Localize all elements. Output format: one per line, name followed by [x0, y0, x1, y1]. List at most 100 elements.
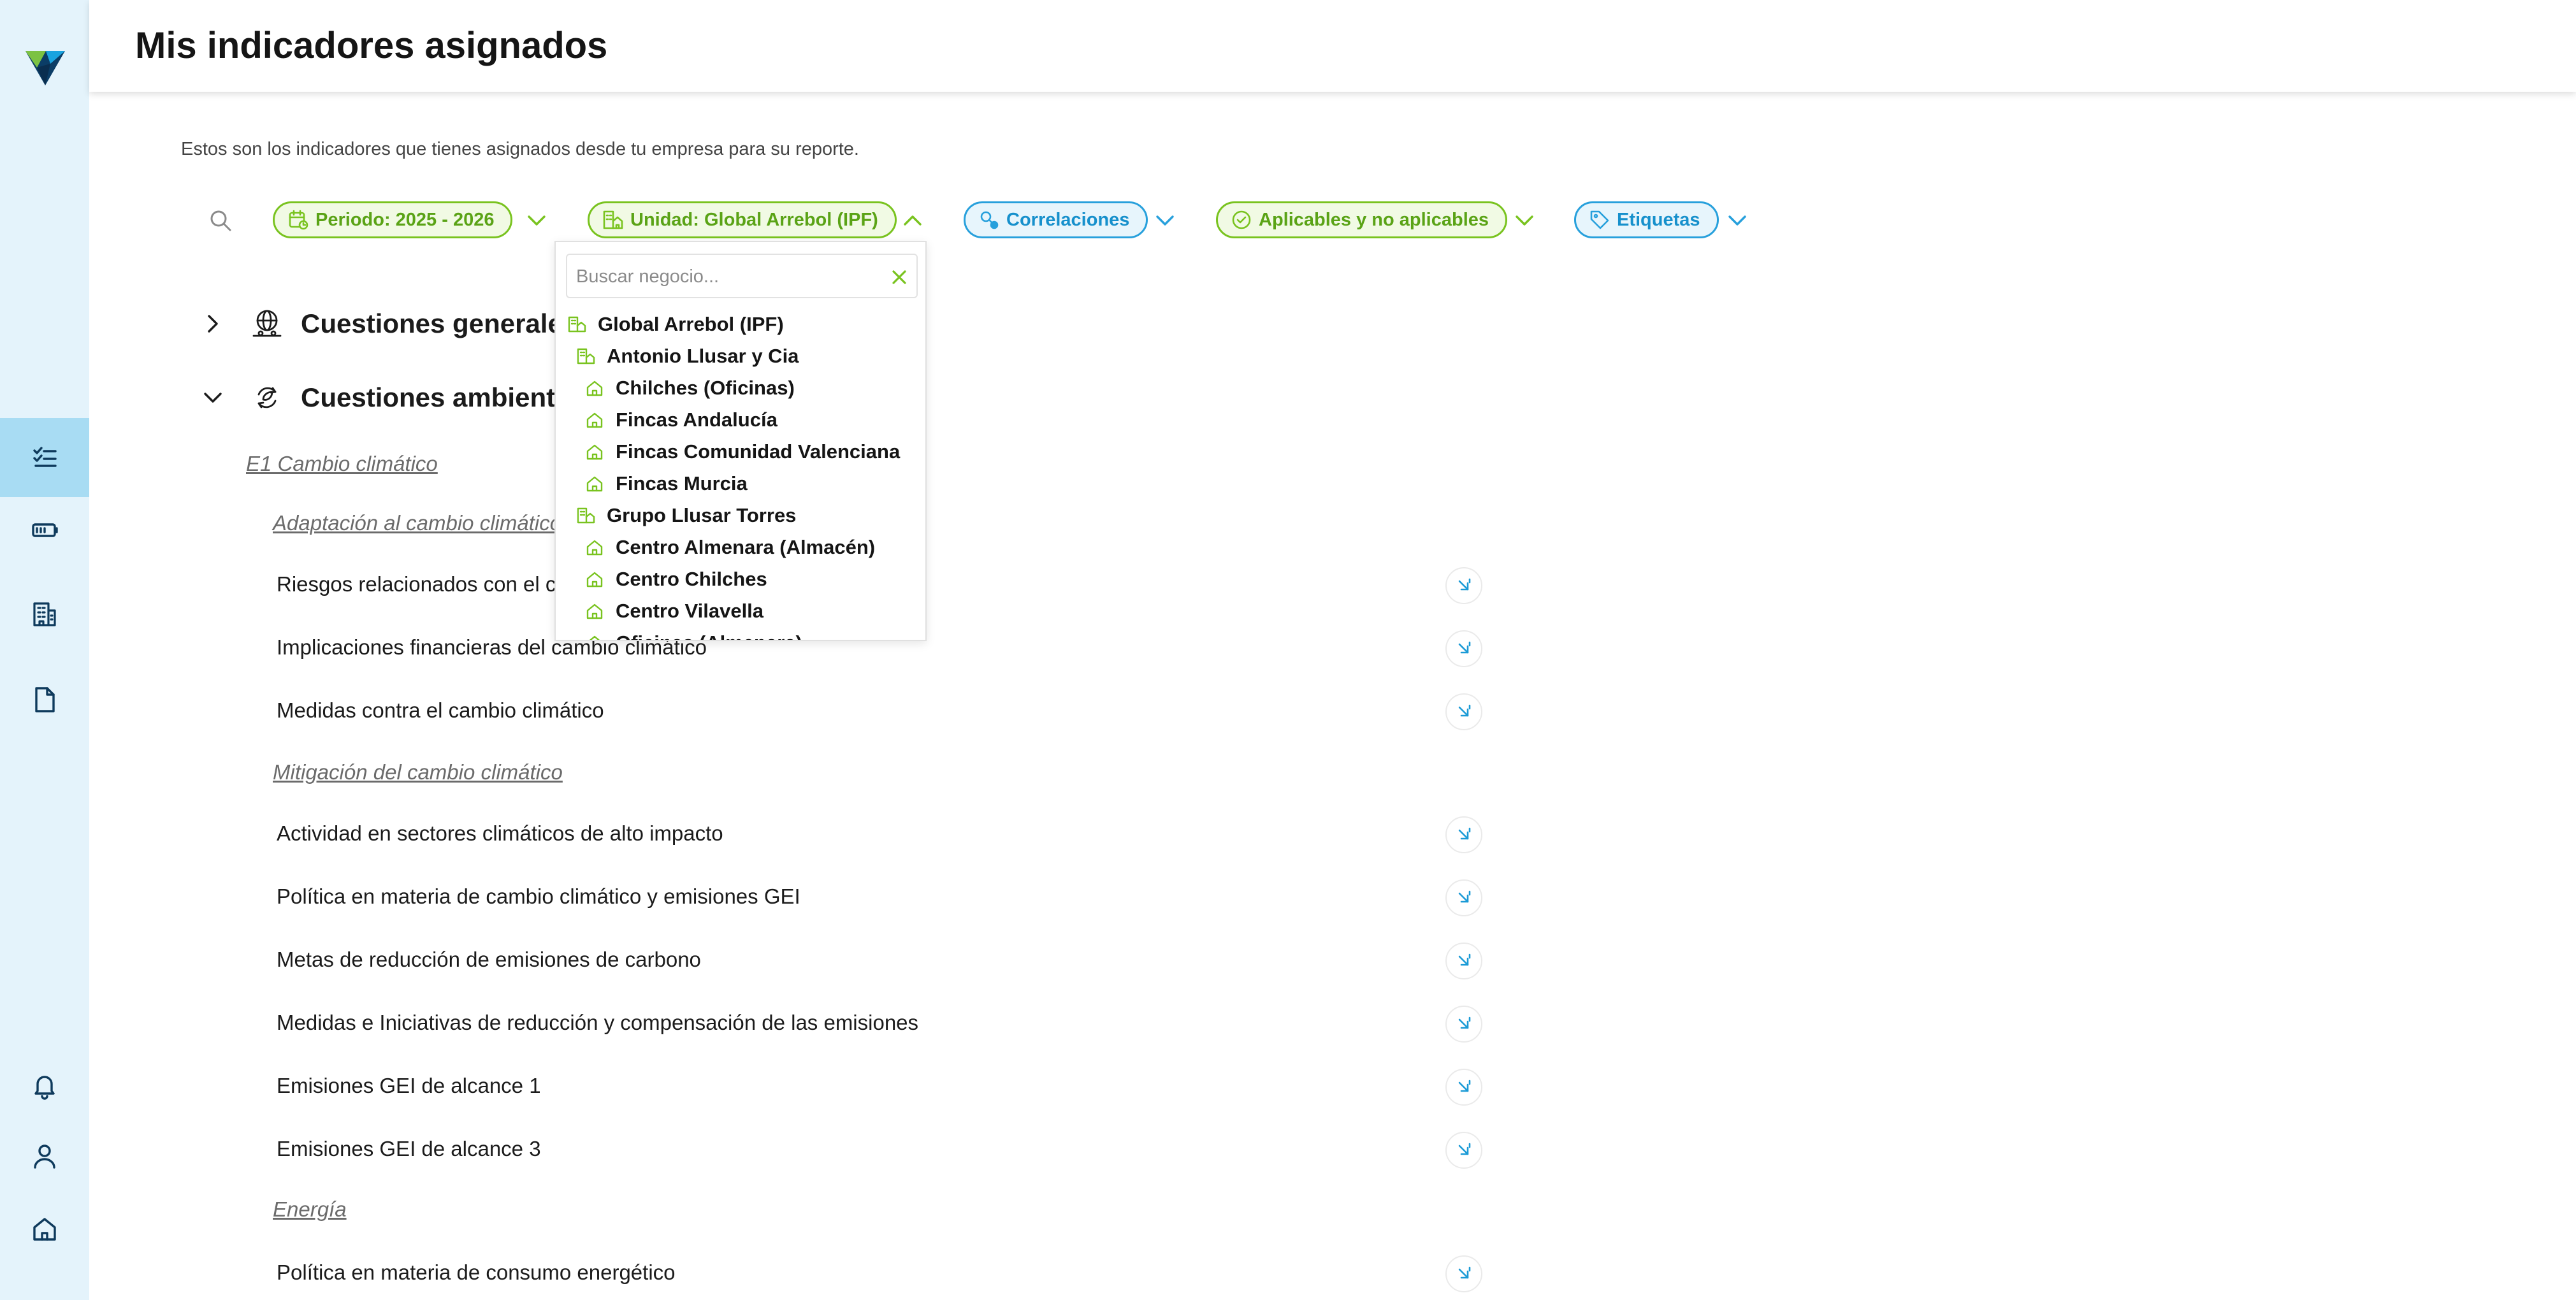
correlation-action-button[interactable]: [1445, 693, 1482, 730]
nav-home[interactable]: [0, 1189, 89, 1268]
home-icon: [586, 444, 603, 460]
leaf-recycle-icon: [257, 387, 277, 408]
home-icon: [586, 380, 603, 396]
business-option-label: Fincas Comunidad Valenciana: [616, 440, 901, 463]
arrow-in-icon: [1458, 1143, 1471, 1155]
subcategory-energia-link[interactable]: Energía: [273, 1197, 347, 1222]
business-option[interactable]: Global Arrebol (IPF): [567, 308, 784, 340]
business-option-label: Chilches (Oficinas): [616, 377, 795, 399]
correlations-chevron-down-icon[interactable]: [1152, 208, 1178, 233]
indicator-row[interactable]: Política en materia de cambio climático …: [277, 876, 1487, 920]
arrow-in-icon: [1458, 1080, 1471, 1092]
arrow-in-icon: [1458, 953, 1471, 966]
business-option[interactable]: Centro Chilches: [585, 563, 767, 595]
business-option[interactable]: Centro Vilavella: [585, 595, 763, 627]
business-option[interactable]: Centro Almenara (Almacén): [585, 531, 875, 563]
correlation-action-button[interactable]: [1445, 816, 1482, 853]
user-icon: [34, 1145, 55, 1169]
period-filter-chip[interactable]: Periodo: 2025 - 2026: [273, 201, 513, 238]
correlation-action-button[interactable]: [1445, 630, 1482, 667]
battery-icon: [32, 523, 58, 537]
unit-chevron-up-icon[interactable]: [900, 208, 925, 233]
business-option[interactable]: Oficinas (Almenara): [585, 627, 802, 640]
business-option-label: Global Arrebol (IPF): [598, 313, 784, 335]
arrow-in-icon: [1458, 578, 1471, 591]
correlation-action-button[interactable]: [1445, 567, 1482, 604]
correlation-action-button[interactable]: [1445, 942, 1482, 979]
business-option-label: Fincas Murcia: [616, 472, 748, 495]
correlation-action-button[interactable]: [1445, 1006, 1482, 1043]
section-environmental-header[interactable]: Cuestiones ambientales: [201, 379, 607, 417]
home-icon: [586, 572, 603, 588]
correlation-action-button[interactable]: [1445, 1255, 1482, 1292]
home-icon: [586, 476, 603, 492]
business-option[interactable]: Grupo Llusar Torres: [576, 500, 796, 531]
indicator-row[interactable]: Emisiones GEI de alcance 1: [277, 1065, 1487, 1109]
unit-filter-chip[interactable]: Unidad: Global Arrebol (IPF): [588, 201, 897, 238]
subcategory-adaptacion-link[interactable]: Adaptación al cambio climático: [273, 511, 561, 535]
nav-batteries[interactable]: [0, 491, 89, 570]
building-group-icon: [603, 210, 623, 229]
home-icon: [586, 603, 603, 619]
unit-filter-label: Unidad: Global Arrebol (IPF): [630, 209, 878, 230]
indicator-label: Emisiones GEI de alcance 1: [277, 1074, 541, 1097]
section-general-label: Cuestiones generales: [301, 308, 578, 338]
arrow-in-icon: [1458, 1016, 1471, 1029]
nav-profile[interactable]: [0, 1116, 89, 1195]
period-chevron-down-icon[interactable]: [524, 208, 549, 233]
business-option[interactable]: Chilches (Oficinas): [585, 372, 795, 404]
business-option-label: Centro Vilavella: [616, 600, 764, 622]
correlation-action-button[interactable]: [1445, 879, 1482, 916]
indicator-row[interactable]: Política en materia de consumo energétic…: [277, 1252, 1487, 1296]
business-option[interactable]: Fincas Murcia: [585, 468, 748, 500]
chevron-down-icon: [204, 393, 222, 403]
business-option[interactable]: Fincas Andalucía: [585, 404, 778, 436]
correlation-icon: [980, 211, 999, 229]
section-general-header[interactable]: Cuestiones generales: [201, 305, 577, 343]
nav-documents[interactable]: [0, 660, 89, 739]
indicator-row[interactable]: Metas de reducción de emisiones de carbo…: [277, 939, 1487, 983]
arrow-in-icon: [1458, 704, 1471, 717]
tags-chevron-down-icon[interactable]: [1725, 208, 1750, 233]
nav-notifications[interactable]: [0, 1046, 89, 1125]
correlation-action-button[interactable]: [1445, 1132, 1482, 1169]
nav-companies[interactable]: [0, 575, 89, 654]
indicator-row[interactable]: Emisiones GEI de alcance 3: [277, 1128, 1487, 1173]
bell-icon: [34, 1076, 55, 1100]
business-option[interactable]: Fincas Comunidad Valenciana: [585, 436, 900, 468]
business-search-input[interactable]: [576, 263, 876, 291]
home-icon: [586, 540, 603, 556]
tag-icon: [1590, 210, 1609, 229]
checklist-icon: [33, 447, 57, 467]
page-title: Mis indicadores asignados: [135, 25, 608, 66]
page-header: Mis indicadores asignados: [89, 0, 2576, 92]
arrow-in-icon: [1458, 890, 1471, 903]
business-option[interactable]: Antonio Llusar y Cia: [576, 340, 799, 372]
home-icon: [33, 1218, 56, 1241]
page-subtitle: Estos son los indicadores que tienes asi…: [181, 139, 859, 159]
home-icon: [589, 635, 600, 640]
tags-filter-chip[interactable]: Etiquetas: [1574, 201, 1719, 238]
building-group-icon: [577, 348, 595, 365]
close-icon[interactable]: [888, 266, 910, 288]
nav-indicators[interactable]: [0, 418, 89, 497]
correlation-action-button[interactable]: [1445, 1069, 1482, 1106]
applicability-filter-label: Aplicables y no aplicables: [1259, 209, 1489, 230]
period-filter-label: Periodo: 2025 - 2026: [315, 209, 495, 230]
indicator-row[interactable]: Actividad en sectores climáticos de alto…: [277, 812, 1487, 857]
applicability-chevron-down-icon[interactable]: [1512, 208, 1537, 233]
subcategory-mitigacion-link[interactable]: Mitigación del cambio climático: [273, 760, 563, 784]
company-logo[interactable]: [24, 46, 66, 88]
business-search-field[interactable]: [566, 254, 918, 298]
indicator-row[interactable]: Medidas contra el cambio climático: [277, 690, 1487, 734]
business-option-label: Antonio Llusar y Cia: [607, 345, 799, 367]
indicator-label: Medidas e Iniciativas de reducción y com…: [277, 1011, 919, 1034]
indicator-label: Metas de reducción de emisiones de carbo…: [277, 948, 701, 971]
applicability-filter-chip[interactable]: Aplicables y no aplicables: [1216, 201, 1508, 238]
search-icon[interactable]: [208, 208, 233, 233]
check-circle-icon: [1232, 210, 1251, 229]
correlations-filter-chip[interactable]: Correlaciones: [964, 201, 1148, 238]
unit-dropdown: Global Arrebol (IPF) Antonio Llusar y Ci…: [554, 241, 927, 641]
indicator-row[interactable]: Medidas e Iniciativas de reducción y com…: [277, 1002, 1487, 1046]
category-e1-link[interactable]: E1 Cambio climático: [246, 452, 438, 476]
